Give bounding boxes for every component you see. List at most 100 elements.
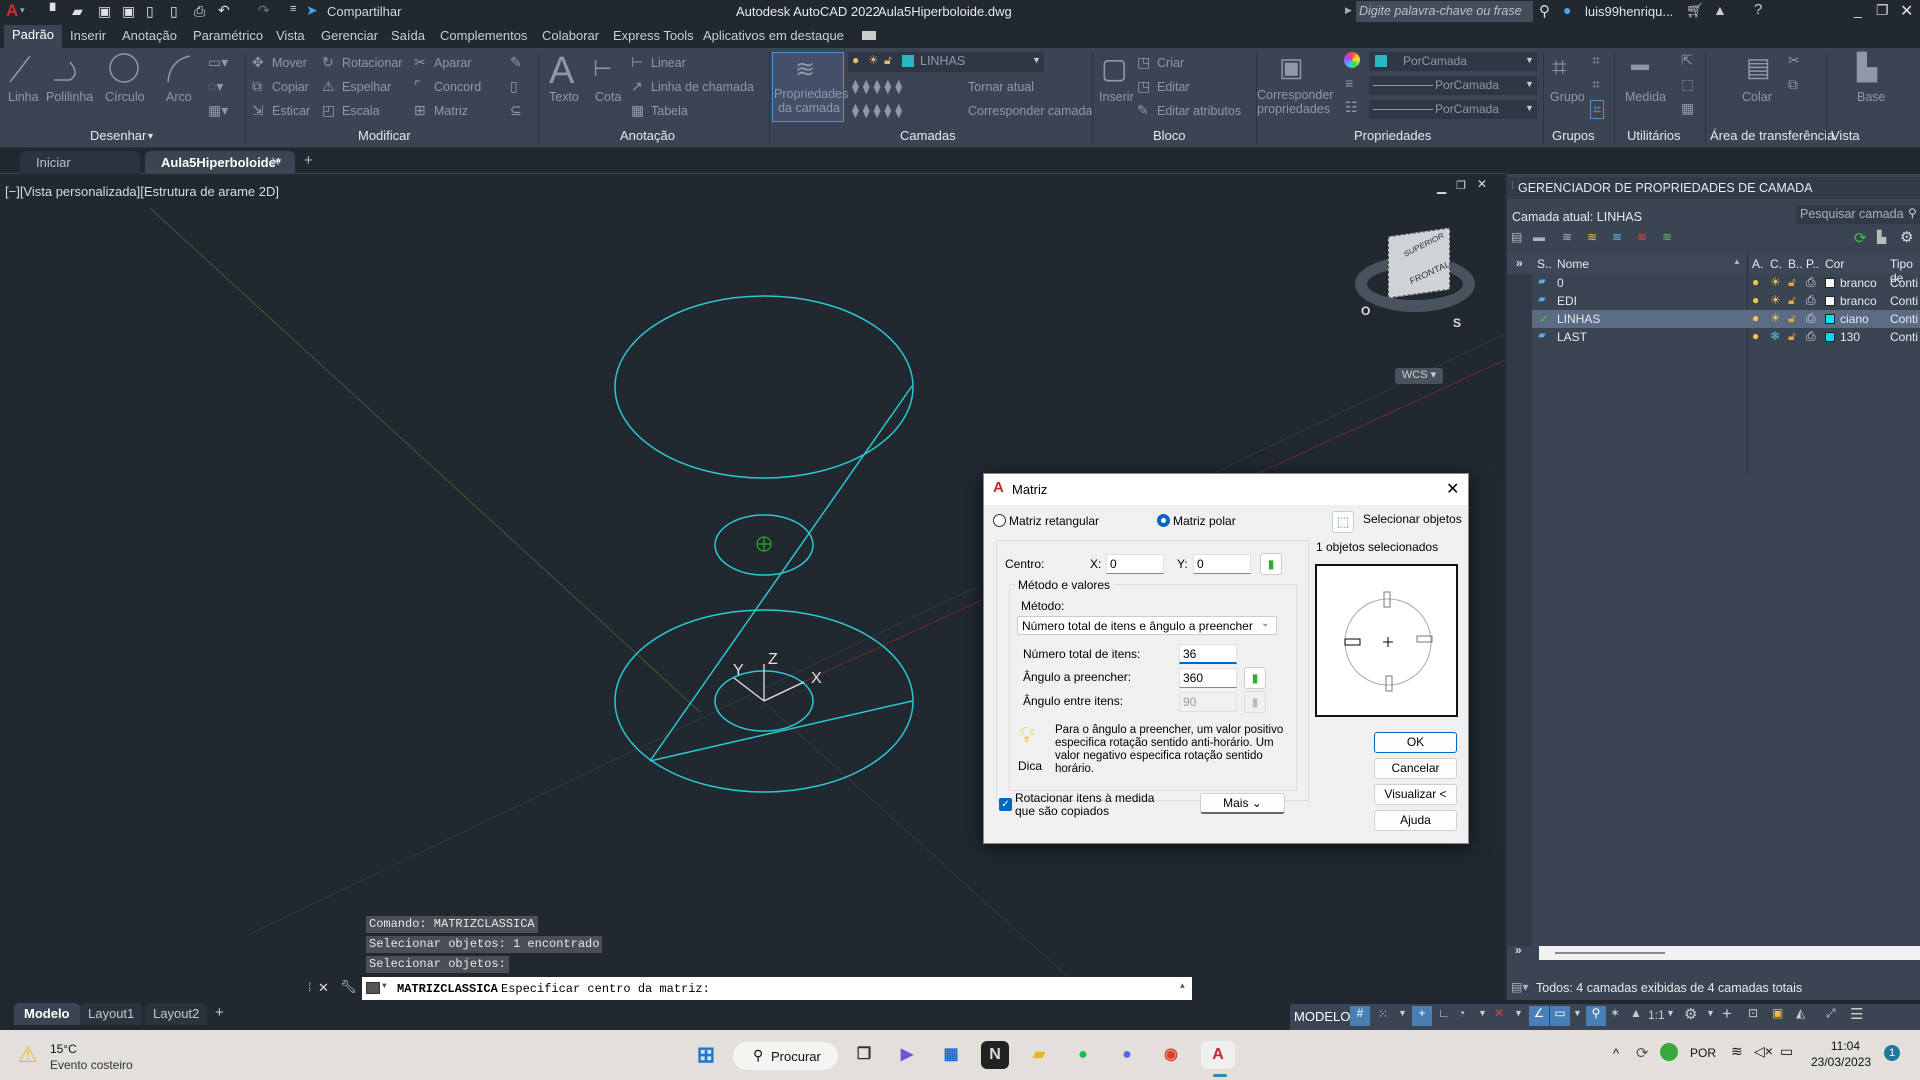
layer-row[interactable]: ▰ EDI ● ☀ 🔓︎ ⎙ branco Conti: [1532, 292, 1920, 310]
tab-aplicativos-em-destaque[interactable]: Aplicativos em destaque: [703, 28, 844, 43]
cart-icon[interactable]: 🛒︎: [1686, 2, 1704, 19]
autocad-app-menu-icon[interactable]: A: [6, 1, 18, 21]
center-y-input[interactable]: 0: [1193, 554, 1251, 574]
panel-title-modificar[interactable]: Modificar: [358, 128, 411, 143]
command-grip-icon[interactable]: ⁞: [308, 980, 311, 994]
ok-button[interactable]: OK: [1374, 732, 1457, 753]
new-tab-icon[interactable]: +: [304, 152, 313, 169]
col-status[interactable]: S..: [1537, 257, 1552, 271]
teams-chat-icon[interactable]: ▶: [893, 1041, 921, 1069]
panel-title-grupos[interactable]: Grupos: [1552, 128, 1595, 143]
discord-icon[interactable]: ●: [1113, 1041, 1141, 1069]
col-plot[interactable]: P..: [1806, 257, 1819, 271]
notification-badge[interactable]: 1: [1884, 1045, 1900, 1061]
undo-icon[interactable]: ↶: [218, 2, 230, 19]
cancel-button[interactable]: Cancelar: [1374, 758, 1457, 779]
ellipse-icon[interactable]: ◌▾: [208, 78, 223, 95]
col-on[interactable]: A.: [1752, 257, 1763, 271]
add-layout-icon[interactable]: +: [215, 1004, 224, 1021]
new-property-filter-icon[interactable]: ▤: [1511, 230, 1522, 244]
layer-unlock-icon[interactable]: 🔓︎: [1788, 311, 1796, 326]
panel-title-desenhar[interactable]: Desenhar: [90, 128, 146, 143]
quick-properties-icon[interactable]: ▣: [1772, 1006, 1783, 1020]
tab-saida[interactable]: Saída: [391, 28, 425, 43]
infer-constraints-icon[interactable]: +: [1412, 1006, 1432, 1026]
radio-rectangular-label[interactable]: Matriz retangular: [1009, 514, 1099, 528]
wcs-dropdown[interactable]: WCS ▾: [1395, 368, 1443, 384]
linear-tool[interactable]: Linear: [651, 56, 686, 70]
taskbar-search[interactable]: ⚲ Procurar: [733, 1042, 838, 1070]
tab-colaborar[interactable]: Colaborar: [542, 28, 599, 43]
file-explorer-icon[interactable]: ▰: [1025, 1041, 1053, 1069]
battery-icon[interactable]: ▭: [1780, 1043, 1793, 1060]
layer-row[interactable]: ✓ LINHAS ● ☀ 🔓︎ ⎙ ciano Conti: [1532, 310, 1920, 328]
snap-dropdown-icon[interactable]: ▼: [1398, 1008, 1407, 1018]
horizontal-scrollbar[interactable]: [1539, 946, 1920, 960]
tab-gerenciar[interactable]: Gerenciar: [321, 28, 378, 43]
restore-icon[interactable]: ❐: [1876, 2, 1889, 19]
panel-title-anotacao[interactable]: Anotação: [620, 128, 675, 143]
radio-polar-label[interactable]: Matriz polar: [1173, 514, 1236, 528]
layer-properties-button[interactable]: ≋ Propriedades da camada: [772, 52, 848, 122]
auto-scale-icon[interactable]: ✶: [1610, 1006, 1620, 1020]
lineweight-dropdown[interactable]: PorCamada ▼: [1369, 76, 1537, 95]
layer-name[interactable]: EDI: [1557, 294, 1577, 308]
group-edit-icon[interactable]: ⌗: [1592, 76, 1600, 93]
rotate-tool[interactable]: Rotacionar: [342, 56, 402, 70]
refresh-icon[interactable]: ⟳: [1854, 229, 1867, 247]
search-expand-icon[interactable]: ▶: [1345, 5, 1352, 16]
isolate-objects-icon[interactable]: ◭: [1796, 1006, 1805, 1020]
new-layer-frozen-icon[interactable]: ≋: [1612, 230, 1622, 244]
panel-grip-icon[interactable]: ⁞: [1511, 181, 1514, 192]
layer-linetype[interactable]: Conti: [1890, 330, 1918, 344]
layer-on-icon[interactable]: ●: [1752, 329, 1759, 343]
layer-plot-icon[interactable]: ⎙: [1806, 311, 1816, 326]
layer-plot-icon[interactable]: ⎙: [1806, 329, 1816, 344]
app-menu-chevron-icon[interactable]: ▾: [20, 5, 25, 16]
line-tool[interactable]: Linha: [8, 90, 39, 104]
offset-icon[interactable]: ⊆: [510, 102, 522, 119]
cube-face[interactable]: SUPERIOR FRONTAL: [1388, 227, 1451, 299]
layout-tab-modelo[interactable]: Modelo: [14, 1003, 80, 1025]
rotate-items-checkbox[interactable]: ✓: [999, 798, 1012, 811]
select-objects-button[interactable]: ⬚: [1332, 511, 1354, 533]
viewcube[interactable]: SUPERIOR FRONTAL O S WCS ▾: [1353, 227, 1493, 384]
erase-icon[interactable]: ✎: [510, 54, 522, 71]
annotation-visibility-icon[interactable]: ⚲: [1586, 1006, 1606, 1026]
annotation-scale-value[interactable]: 1:1: [1648, 1008, 1665, 1022]
polar-tracking-icon[interactable]: ◔: [1458, 1006, 1465, 1020]
osnap-dropdown-icon[interactable]: ▼: [1573, 1008, 1582, 1018]
show-hidden-icons[interactable]: ^: [1613, 1046, 1619, 1061]
explode-icon[interactable]: ▯: [510, 78, 518, 95]
select-objects-label[interactable]: Selecionar objetos: [1363, 512, 1462, 526]
share-icon[interactable]: ➤: [306, 2, 318, 19]
help-search-input[interactable]: Digite palavra-chave ou frase: [1356, 1, 1533, 22]
layer-linetype[interactable]: Conti: [1890, 276, 1918, 290]
insert-tool[interactable]: Inserir: [1099, 90, 1134, 104]
object-snap-icon[interactable]: ▭: [1550, 1006, 1570, 1026]
annotation-monitor-icon[interactable]: +: [1722, 1004, 1732, 1024]
layer-dropdown[interactable]: ● ☀ 🔓︎ LINHAS ▼: [848, 52, 1044, 72]
stretch-tool[interactable]: Esticar: [272, 104, 310, 118]
rectangle-icon[interactable]: ▭▾: [208, 54, 228, 71]
isometric-icon[interactable]: ✕: [1494, 1006, 1504, 1020]
copy-tool[interactable]: Copiar: [272, 80, 309, 94]
tab-anotacao[interactable]: Anotação: [122, 28, 177, 43]
table-tool[interactable]: Tabela: [651, 104, 688, 118]
notion-icon[interactable]: N: [981, 1041, 1009, 1069]
total-items-input[interactable]: 36: [1179, 644, 1237, 664]
layer-thawed-icon[interactable]: ☀: [1770, 293, 1781, 307]
layer-on-icon[interactable]: ●: [1752, 293, 1759, 307]
trim-tool[interactable]: Aparar: [434, 56, 472, 70]
scale-dropdown-icon[interactable]: ▼: [1666, 1008, 1675, 1018]
settings-gear-icon[interactable]: ⚙: [1900, 228, 1913, 246]
panel-title-utilitarios[interactable]: Utilitários: [1627, 128, 1680, 143]
open-file-icon[interactable]: ▰: [72, 3, 83, 20]
units-icon[interactable]: ⊡: [1748, 1006, 1758, 1020]
command-expand-icon[interactable]: ▲: [1180, 982, 1185, 991]
annotation-scale-icon[interactable]: ▲: [1630, 1006, 1642, 1020]
layer-tools-row2-icon[interactable]: ⧫ ⧫ ⧫ ⧫ ⧫: [852, 102, 902, 119]
measure-tool[interactable]: Medida: [1625, 90, 1666, 104]
layer-color-name[interactable]: 130: [1840, 330, 1860, 344]
polyline-tool[interactable]: Polilinha: [46, 90, 93, 104]
